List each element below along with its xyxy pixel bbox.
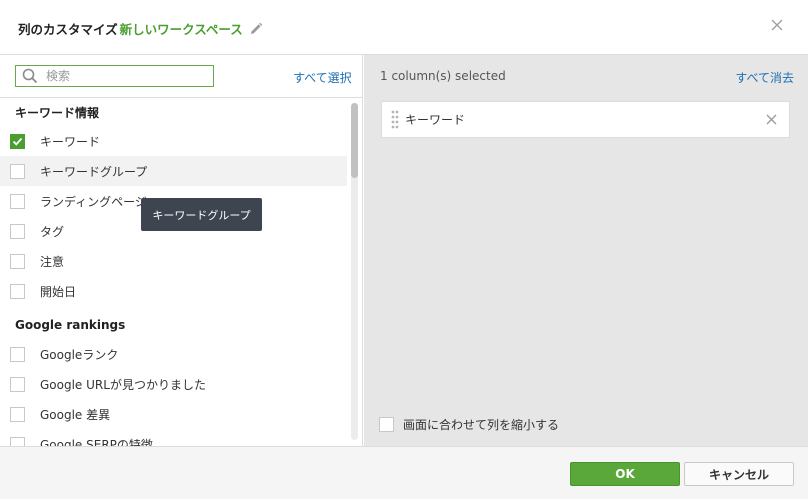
list-item-label: キーワード bbox=[40, 134, 101, 149]
dialog-title: 列のカスタマイズ 新しいワークスペース bbox=[18, 19, 263, 38]
list-item-start-date[interactable]: 開始日 bbox=[0, 276, 347, 306]
checkbox[interactable] bbox=[10, 346, 25, 362]
scrollbar-thumb[interactable] bbox=[351, 103, 358, 178]
list-item-label: Googleランク bbox=[40, 347, 119, 362]
dialog-title-text: 列のカスタマイズ bbox=[18, 22, 118, 37]
selected-item-keyword[interactable]: キーワード bbox=[381, 101, 790, 138]
remove-icon[interactable] bbox=[766, 114, 777, 125]
dialog-header: 列のカスタマイズ 新しいワークスペース bbox=[0, 0, 808, 55]
search-field[interactable] bbox=[15, 65, 214, 87]
fit-to-screen-checkbox[interactable] bbox=[379, 417, 394, 432]
checkbox[interactable] bbox=[10, 193, 25, 209]
selected-columns-panel: 1 column(s) selected すべて消去 キーワード 画面に合わせて… bbox=[364, 55, 808, 446]
list-item-label: ランディングページ bbox=[40, 194, 147, 209]
select-all-link[interactable]: すべて選択 bbox=[293, 69, 352, 86]
list-item-label: キーワードグループ bbox=[40, 164, 148, 179]
list-scrollbar[interactable] bbox=[351, 103, 358, 440]
cancel-button[interactable]: キャンセル bbox=[684, 462, 794, 486]
list-item-label: 開始日 bbox=[40, 284, 77, 299]
checkbox[interactable] bbox=[10, 283, 25, 299]
checkbox[interactable] bbox=[10, 163, 25, 179]
search-icon bbox=[22, 68, 38, 84]
list-item-google-serp-features[interactable]: Google SERPの特徴 bbox=[0, 429, 347, 446]
list-item-label: Google URLが見つかりました bbox=[40, 377, 206, 392]
available-columns-panel: すべて選択 キーワード情報 キーワード キーワードグループ ランディングページ … bbox=[0, 55, 363, 446]
checkbox[interactable] bbox=[10, 376, 25, 392]
checkbox[interactable] bbox=[10, 406, 25, 422]
list-item-label: 注意 bbox=[40, 254, 65, 269]
column-list: キーワード情報 キーワード キーワードグループ ランディングページ タグ 注意 … bbox=[0, 98, 347, 446]
group-header-google-rankings: Google rankings bbox=[15, 318, 126, 332]
list-item-google-difference[interactable]: Google 差異 bbox=[0, 399, 347, 429]
checkbox[interactable] bbox=[10, 253, 25, 269]
list-item-google-rank[interactable]: Googleランク bbox=[0, 339, 347, 369]
pencil-icon[interactable] bbox=[249, 22, 263, 36]
fit-to-screen-option[interactable]: 画面に合わせて列を縮小する bbox=[379, 416, 559, 433]
tooltip: キーワードグループ bbox=[141, 198, 262, 231]
drag-handle-icon[interactable] bbox=[390, 109, 400, 131]
search-input[interactable] bbox=[46, 69, 196, 83]
checkbox-checked[interactable] bbox=[10, 133, 25, 149]
list-item-label: Google SERPの特徴 bbox=[40, 437, 153, 447]
ok-button[interactable]: OK bbox=[570, 462, 680, 486]
list-item-keyword[interactable]: キーワード bbox=[0, 126, 347, 156]
checkbox[interactable] bbox=[10, 436, 25, 446]
workspace-name[interactable]: 新しいワークスペース bbox=[120, 19, 243, 38]
list-item-label: Google 差異 bbox=[40, 407, 111, 422]
selected-count: 1 column(s) selected bbox=[380, 69, 506, 83]
group-header-keyword-info: キーワード情報 bbox=[15, 105, 100, 120]
list-item-keyword-group[interactable]: キーワードグループ bbox=[0, 156, 347, 186]
fit-to-screen-label: 画面に合わせて列を縮小する bbox=[403, 418, 560, 432]
checkbox[interactable] bbox=[10, 223, 25, 239]
list-item-label: タグ bbox=[40, 224, 65, 239]
list-item-note[interactable]: 注意 bbox=[0, 246, 347, 276]
dialog-footer: OK キャンセル bbox=[0, 446, 808, 499]
selected-item-label: キーワード bbox=[405, 113, 466, 127]
close-icon[interactable] bbox=[770, 18, 784, 32]
list-item-google-url-found[interactable]: Google URLが見つかりました bbox=[0, 369, 347, 399]
clear-all-link[interactable]: すべて消去 bbox=[735, 69, 794, 86]
